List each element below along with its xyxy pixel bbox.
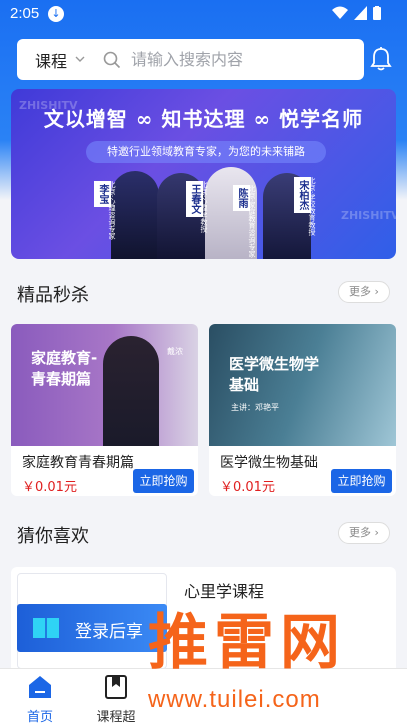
- site-watermark-url: www.tuilei.com: [148, 686, 321, 713]
- chevron-down-icon: [75, 56, 85, 62]
- tab-home[interactable]: 首页: [10, 674, 70, 724]
- status-time: 2:05: [10, 5, 40, 22]
- cover-author: 主讲：邓艳平: [231, 403, 279, 412]
- cover-name: 戴浓: [167, 347, 183, 356]
- flash-sale-title: 精品秒杀: [17, 285, 89, 306]
- battery-icon: [373, 6, 381, 20]
- book-icon: [33, 618, 59, 638]
- promo-banner[interactable]: ZHISHITV ZHISHITV 文以增智 ∞ 知书达理 ∞ 悦学名师 特邀行…: [11, 89, 396, 259]
- home-icon: [29, 676, 51, 698]
- category-dropdown[interactable]: 课程: [17, 48, 103, 72]
- login-prompt-banner[interactable]: 登录后享: [17, 604, 167, 652]
- cover-title: 家庭教育- 青春期篇: [31, 349, 98, 388]
- cover-title: 医学微生物学 基础: [229, 355, 320, 394]
- banner-title: 文以增智 ∞ 知书达理 ∞ 悦学名师: [43, 107, 364, 131]
- category-label: 课程: [35, 51, 68, 71]
- bell-icon[interactable]: [370, 46, 392, 72]
- search-icon: [103, 51, 121, 68]
- search-bar: 课程: [17, 39, 364, 80]
- course-price: ￥0.01元: [220, 480, 275, 495]
- teacher-photo: [111, 171, 159, 259]
- tab-courses-label: 课程超: [96, 710, 136, 724]
- guess-like-more-button[interactable]: 更多 ›: [338, 522, 390, 544]
- login-prompt-text: 登录后享: [75, 622, 143, 642]
- signal-icon: [354, 6, 367, 20]
- tab-home-label: 首页: [26, 710, 53, 724]
- cover-person: [103, 336, 159, 446]
- search-input[interactable]: [131, 50, 331, 69]
- course-cover: 家庭教育- 青春期篇 戴浓: [11, 324, 198, 446]
- banner-watermark: ZHISHITV: [341, 209, 396, 222]
- course-card[interactable]: 家庭教育- 青春期篇 戴浓 家庭教育青春期篇 ￥0.01元 立即抢购: [11, 324, 198, 496]
- site-watermark-logo: 推雷网: [148, 608, 346, 678]
- teacher-desc: 北京·心理学教授: [200, 181, 208, 233]
- teacher-desc: 北京·家庭教育咨询专家: [248, 185, 256, 258]
- banner-subtitle: 特邀行业领域教育专家，为您的未来铺路: [86, 141, 326, 163]
- course-cover: 医学微生物学 基础 主讲：邓艳平: [209, 324, 396, 446]
- buy-now-button[interactable]: 立即抢购: [133, 469, 194, 493]
- status-icons: [332, 6, 381, 20]
- tab-courses[interactable]: 课程超: [86, 674, 146, 724]
- status-bar: 2:05 ↓: [0, 0, 407, 28]
- course-title: 医学微生物基础: [220, 455, 318, 471]
- download-icon: ↓: [48, 6, 64, 22]
- course-price: ￥0.01元: [22, 480, 77, 495]
- course-title: 家庭教育青春期篇: [22, 455, 134, 471]
- teacher-desc: 北京·心理咨询专家: [108, 181, 116, 240]
- flash-sale-more-button[interactable]: 更多 ›: [338, 281, 390, 303]
- course-card[interactable]: 医学微生物学 基础 主讲：邓艳平 医学微生物基础 ￥0.01元 立即抢购: [209, 324, 396, 496]
- bookmark-icon: [105, 675, 127, 699]
- buy-now-button[interactable]: 立即抢购: [331, 469, 392, 493]
- teacher-desc: 北京·学校教育教授: [308, 177, 316, 236]
- guess-like-title: 猜你喜欢: [17, 526, 89, 547]
- wifi-icon: [332, 6, 348, 19]
